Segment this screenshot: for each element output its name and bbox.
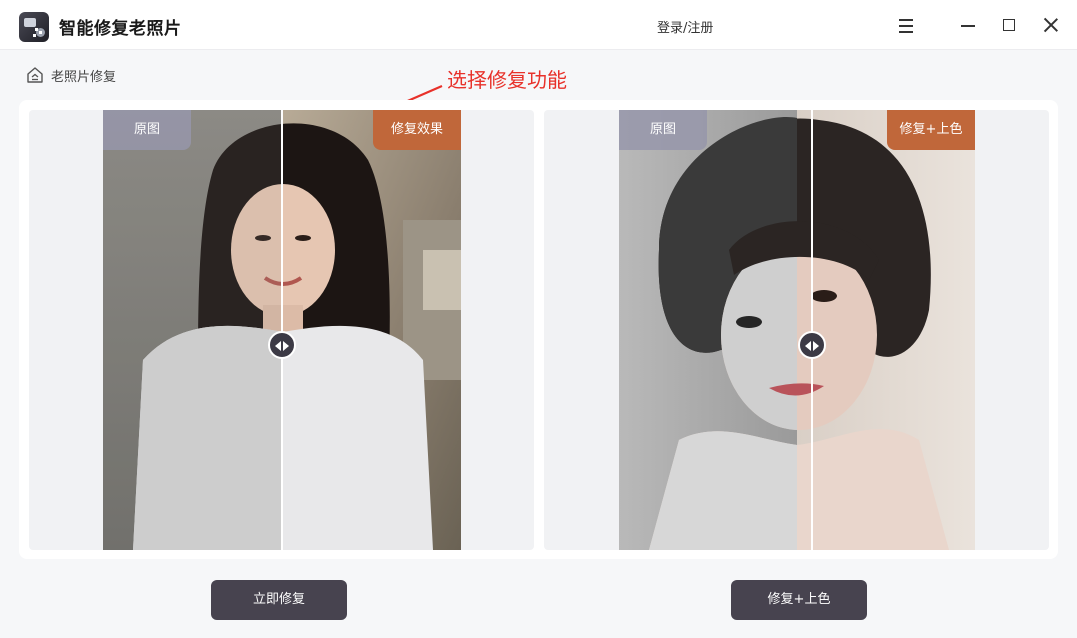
maximize-icon[interactable] [994, 10, 1024, 40]
repair-now-button[interactable]: 立即修复 [211, 580, 347, 620]
breadcrumb-label: 老照片修复 [51, 69, 117, 85]
repair-compare-card: 原图 修复效果 [29, 110, 534, 550]
compare-panel: 原图 修复效果 原图 修复+上色 [19, 100, 1058, 559]
app-title: 智能修复老照片 [59, 19, 182, 39]
original-tag: 原图 [619, 110, 707, 150]
repair-colorize-button[interactable]: 修复+上色 [731, 580, 867, 620]
slider-handle-icon[interactable] [798, 331, 826, 359]
minimize-icon[interactable] [953, 10, 983, 40]
app-logo-icon [19, 12, 49, 42]
login-register-link[interactable]: 登录/注册 [657, 17, 713, 36]
compare-divider [281, 110, 283, 550]
slider-handle-icon[interactable] [268, 331, 296, 359]
colorize-result-tag: 修复+上色 [887, 110, 975, 150]
title-bar: 智能修复老照片 登录/注册 [0, 0, 1077, 50]
compare-divider [811, 110, 813, 550]
original-tag: 原图 [103, 110, 191, 150]
home-icon [27, 67, 43, 83]
menu-icon[interactable] [891, 10, 921, 40]
colorize-compare-card: 原图 修复+上色 [544, 110, 1049, 550]
repair-result-tag: 修复效果 [373, 110, 461, 150]
close-icon[interactable] [1036, 10, 1066, 40]
breadcrumb[interactable]: 老照片修复 [26, 65, 116, 85]
annotation-text: 选择修复功能 [447, 68, 567, 92]
colorize-preview-image [619, 110, 975, 550]
